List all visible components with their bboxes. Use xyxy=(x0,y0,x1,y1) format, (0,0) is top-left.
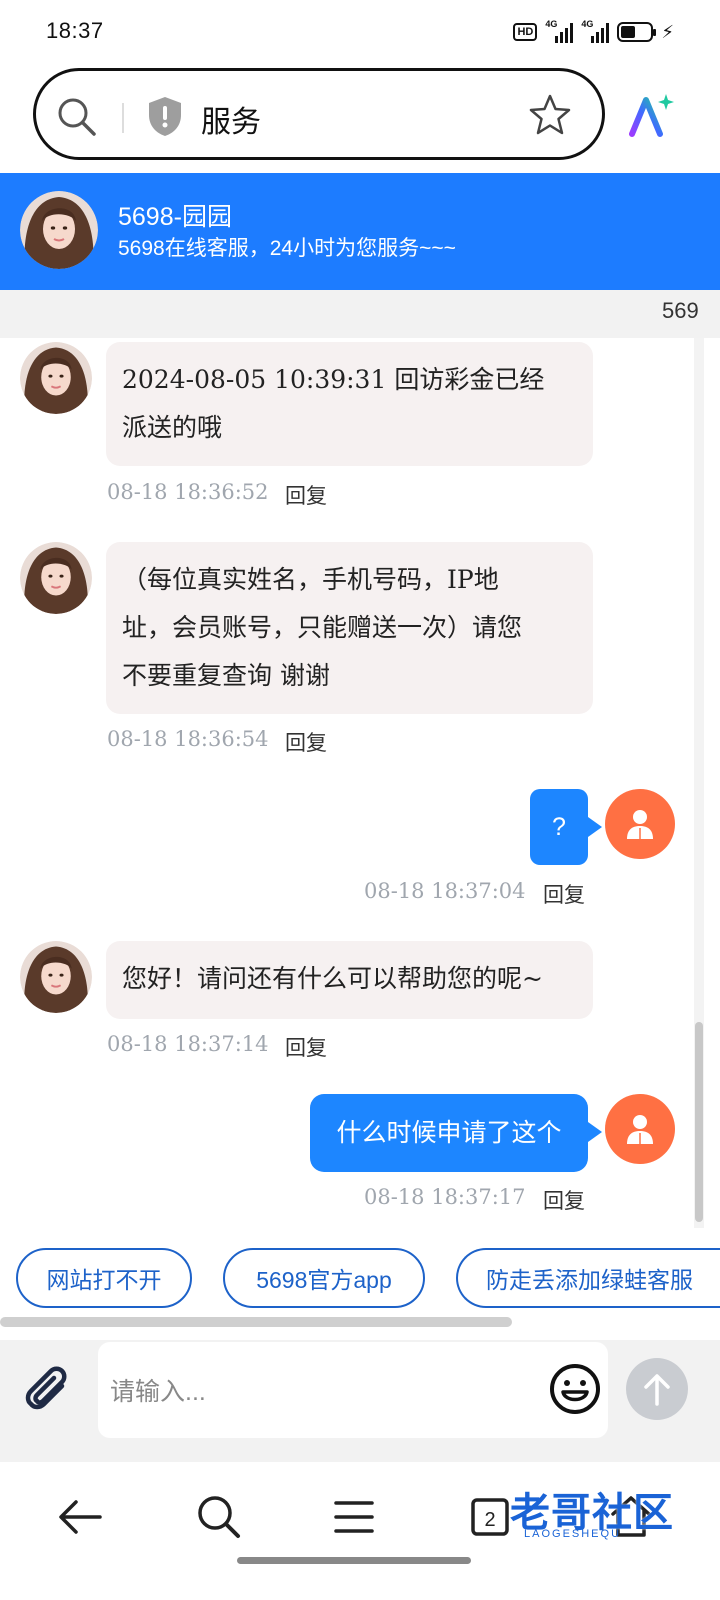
user-message-bubble[interactable]: 什么时候申请了这个 xyxy=(310,1094,602,1172)
back-icon[interactable] xyxy=(56,1492,106,1547)
signal-icon-2: 4G xyxy=(581,19,610,43)
emoji-icon[interactable] xyxy=(548,1362,602,1421)
battery-icon xyxy=(617,22,657,42)
hd-icon: HD xyxy=(513,23,538,41)
agent-avatar xyxy=(20,342,92,414)
reply-button[interactable]: 回复 xyxy=(285,727,327,757)
message-line: 2024-08-05 10:39:31 回访彩金已经 xyxy=(122,365,545,394)
address-bar[interactable]: 服务 xyxy=(33,68,605,160)
reply-button[interactable]: 回复 xyxy=(285,1032,327,1062)
scrollbar-thumb[interactable] xyxy=(695,1022,703,1222)
quick-reply-button[interactable]: 网站打不开 xyxy=(16,1248,192,1308)
message-time: 08-18 18:37:04 xyxy=(364,879,526,903)
quick-reply-button[interactable]: 5698官方app xyxy=(223,1248,425,1308)
message-bubble[interactable]: 2024-08-05 10:39:31 回访彩金已经 派送的哦 xyxy=(106,342,593,466)
arrow-up-icon xyxy=(644,1374,670,1406)
message-line: 址，会员账号，只能赠送一次）请您 xyxy=(122,613,523,642)
menu-icon[interactable] xyxy=(330,1492,380,1547)
message-bubble[interactable]: （每位真实姓名，手机号码，IP地 址，会员账号，只能赠送一次）请您 不要重复查询… xyxy=(106,542,593,714)
message-list[interactable]: 2024-08-05 10:39:31 回访彩金已经 派送的哦 08-18 18… xyxy=(0,338,720,1230)
shield-warning-icon[interactable] xyxy=(146,95,184,142)
agent-avatar xyxy=(20,542,92,614)
agent-avatar xyxy=(20,941,92,1013)
search-icon[interactable] xyxy=(194,1492,244,1547)
status-icons: HD 4G 4G ⚡ xyxy=(513,18,674,46)
chat-title: 5698-园园 xyxy=(118,203,232,231)
message-time: 08-18 18:36:52 xyxy=(107,480,269,504)
watermark-subtext: LAOGESHEQU xyxy=(524,1528,622,1540)
chat-header: 5698-园园 5698在线客服，24小时为您服务~~~ xyxy=(0,173,720,290)
message-line: 派送的哦 xyxy=(122,413,223,442)
ai-assistant-icon[interactable] xyxy=(626,92,674,143)
reply-button[interactable]: 回复 xyxy=(543,879,585,909)
message-time: 08-18 18:36:54 xyxy=(107,727,269,751)
star-icon[interactable] xyxy=(528,93,572,142)
send-button[interactable] xyxy=(626,1358,688,1420)
home-indicator[interactable] xyxy=(237,1557,471,1564)
url-text[interactable]: 服务 xyxy=(201,97,261,141)
user-avatar xyxy=(605,789,675,859)
status-time: 18:37 xyxy=(46,18,104,43)
chat-subtitle: 5698在线客服，24小时为您服务~~~ xyxy=(118,237,456,260)
input-bar: 请输入... xyxy=(0,1340,720,1462)
user-icon xyxy=(627,810,653,839)
user-icon xyxy=(627,1115,653,1144)
reply-button[interactable]: 回复 xyxy=(285,480,327,510)
horizontal-scrollbar[interactable] xyxy=(0,1317,512,1327)
charging-icon: ⚡ xyxy=(661,21,674,42)
notice-marquee: 569 xyxy=(0,290,720,338)
status-bar: 18:37 HD 4G 4G ⚡ xyxy=(0,0,720,64)
message-text: 您好！请问还有什么可以帮助您的呢~ xyxy=(122,964,543,993)
message-input[interactable]: 请输入... xyxy=(98,1342,608,1438)
message-text: 什么时候申请了这个 xyxy=(336,1119,562,1147)
message-bubble[interactable]: 您好！请问还有什么可以帮助您的呢~ xyxy=(106,941,593,1019)
signal-icon: 4G xyxy=(545,19,574,43)
input-placeholder: 请输入... xyxy=(110,1378,206,1406)
message-text: ? xyxy=(552,813,566,841)
search-icon[interactable] xyxy=(56,96,98,143)
user-message-bubble[interactable]: ? xyxy=(530,789,602,865)
message-time: 08-18 18:37:17 xyxy=(364,1185,526,1209)
watermark-logo: 老哥社区 LAOGESHEQU xyxy=(474,1470,704,1550)
paperclip-icon[interactable] xyxy=(24,1366,76,1423)
message-line: （每位真实姓名，手机号码，IP地 xyxy=(122,565,499,594)
user-avatar xyxy=(605,1094,675,1164)
notice-text: 569 xyxy=(662,298,699,323)
quick-reply-button[interactable]: 防走丢添加绿蛙客服 xyxy=(456,1248,720,1308)
message-line: 不要重复查询 谢谢 xyxy=(122,661,330,690)
divider xyxy=(122,103,124,133)
reply-button[interactable]: 回复 xyxy=(543,1185,585,1215)
message-time: 08-18 18:37:14 xyxy=(107,1032,269,1056)
agent-avatar xyxy=(20,191,98,269)
